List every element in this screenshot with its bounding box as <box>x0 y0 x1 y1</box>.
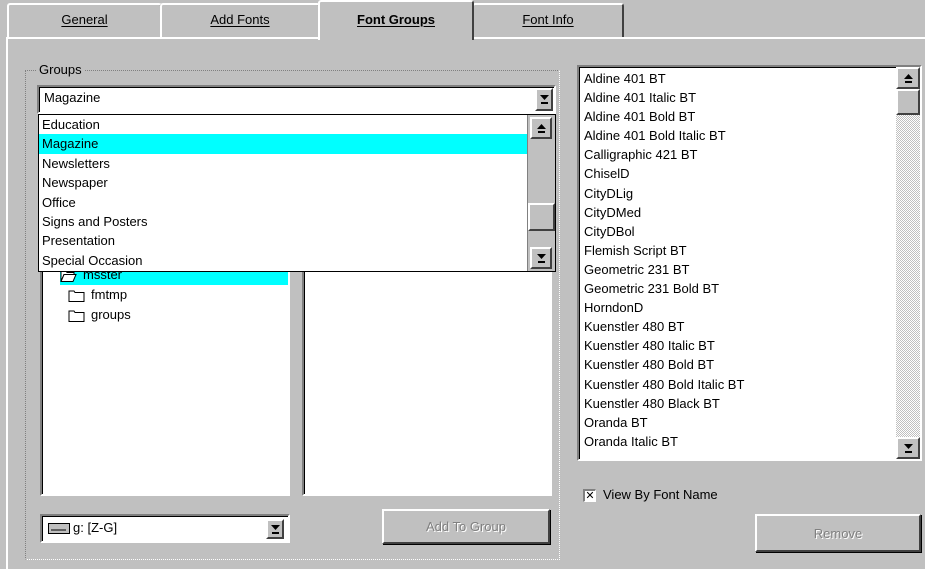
font-list-item[interactable]: Aldine 401 Bold BT <box>581 107 896 126</box>
tab-font-info-label: Font Info <box>522 12 574 27</box>
tab-font-groups-label: Font Groups <box>357 12 435 27</box>
font-list-item[interactable]: Aldine 401 BT <box>581 69 896 88</box>
chevron-down-icon <box>270 524 280 534</box>
dropdown-item-newsletters[interactable]: Newsletters <box>39 154 555 173</box>
folder-icon <box>68 310 85 323</box>
dropdown-item-office[interactable]: Office <box>39 193 555 212</box>
drive-combo[interactable]: g: [Z-G] <box>40 514 290 543</box>
font-list-item[interactable]: Aldine 401 Bold Italic BT <box>581 126 896 145</box>
drive-combo-value: g: [Z-G] <box>73 520 118 535</box>
tree-item-groups[interactable]: groups <box>68 305 131 325</box>
dropdown-item-magazine[interactable]: Magazine <box>39 134 555 154</box>
tab-font-groups[interactable]: Font Groups <box>318 0 474 40</box>
font-list-item[interactable]: ChiselD <box>581 164 896 183</box>
dropdown-item-education[interactable]: Education <box>39 115 555 134</box>
font-list[interactable]: Aldine 401 BT Aldine 401 Italic BT Aldin… <box>577 65 922 461</box>
groups-dropdown-list[interactable]: Education Magazine Newsletters Newspaper… <box>38 114 556 272</box>
scroll-down-button[interactable] <box>530 247 552 269</box>
font-list-item[interactable]: Kuenstler 480 Bold Italic BT <box>581 375 896 394</box>
tab-general-label: General <box>61 12 108 27</box>
remove-button[interactable]: Remove <box>755 514 921 552</box>
font-list-item[interactable]: Kuenstler 480 BT <box>581 317 896 336</box>
font-list-scroll-thumb[interactable] <box>896 89 920 115</box>
groups-combo-value: Magazine <box>44 90 101 105</box>
scroll-down-button[interactable] <box>896 437 920 459</box>
chevron-down-icon <box>536 253 546 263</box>
dropdown-scrollbar[interactable] <box>527 115 555 271</box>
groups-combo[interactable]: Magazine <box>37 85 556 114</box>
font-list-item[interactable]: Kuenstler 480 Black BT <box>581 394 896 413</box>
scroll-up-button[interactable] <box>530 117 552 139</box>
drive-icon <box>48 523 70 534</box>
dropdown-item-signs-and-posters[interactable]: Signs and Posters <box>39 212 555 231</box>
font-list-item[interactable]: Geometric 231 Bold BT <box>581 279 896 298</box>
dropdown-item-special-occasion[interactable]: Special Occasion <box>39 251 555 270</box>
view-by-font-name-label[interactable]: View By Font Name <box>603 487 718 502</box>
groups-label: Groups <box>37 62 84 78</box>
dropdown-item-newspaper[interactable]: Newspaper <box>39 173 555 192</box>
tree-item-fmtmp[interactable]: fmtmp <box>68 285 127 305</box>
chevron-down-icon <box>539 95 549 104</box>
font-list-item[interactable]: Kuenstler 480 Italic BT <box>581 336 896 355</box>
groups-combo-arrow-button[interactable] <box>535 88 553 111</box>
font-list-item[interactable]: Kuenstler 480 Bold BT <box>581 355 896 374</box>
tab-add-fonts[interactable]: Add Fonts <box>160 3 320 37</box>
font-list-item[interactable]: Calligraphic 421 BT <box>581 145 896 164</box>
tree-item-label: fmtmp <box>91 287 128 302</box>
font-list-item[interactable]: HorndonD <box>581 298 896 317</box>
font-list-item[interactable]: Oranda BT <box>581 413 896 432</box>
dropdown-item-presentation[interactable]: Presentation <box>39 231 555 250</box>
font-list-item[interactable]: Flemish Script BT <box>581 241 896 260</box>
font-list-item[interactable]: Geometric 231 BT <box>581 260 896 279</box>
dropdown-scroll-thumb[interactable] <box>528 203 555 231</box>
tab-add-fonts-label: Add Fonts <box>210 12 270 27</box>
font-list-scrollbar[interactable] <box>896 67 920 459</box>
tab-general[interactable]: General <box>7 3 162 37</box>
font-list-item[interactable]: Aldine 401 Italic BT <box>581 88 896 107</box>
chevron-up-icon <box>903 73 913 83</box>
scroll-up-button[interactable] <box>896 67 920 89</box>
folder-icon <box>68 290 85 303</box>
font-list-item[interactable]: CityDLig <box>581 184 896 203</box>
chevron-down-icon <box>903 443 913 453</box>
font-list-item[interactable]: CityDBol <box>581 222 896 241</box>
tab-font-info[interactable]: Font Info <box>472 3 624 37</box>
add-to-group-button[interactable]: Add To Group <box>382 509 550 544</box>
view-by-font-name-checkbox[interactable]: ✕ <box>583 489 596 502</box>
font-list-items: Aldine 401 BT Aldine 401 Italic BT Aldin… <box>581 69 896 451</box>
chevron-up-icon <box>536 123 546 133</box>
font-list-item[interactable]: CityDMed <box>581 203 896 222</box>
drive-combo-arrow-button[interactable] <box>266 519 284 539</box>
font-list-item[interactable]: Oranda Italic BT <box>581 432 896 451</box>
tree-item-label: groups <box>91 307 131 322</box>
checkmark-icon: ✕ <box>585 489 595 502</box>
